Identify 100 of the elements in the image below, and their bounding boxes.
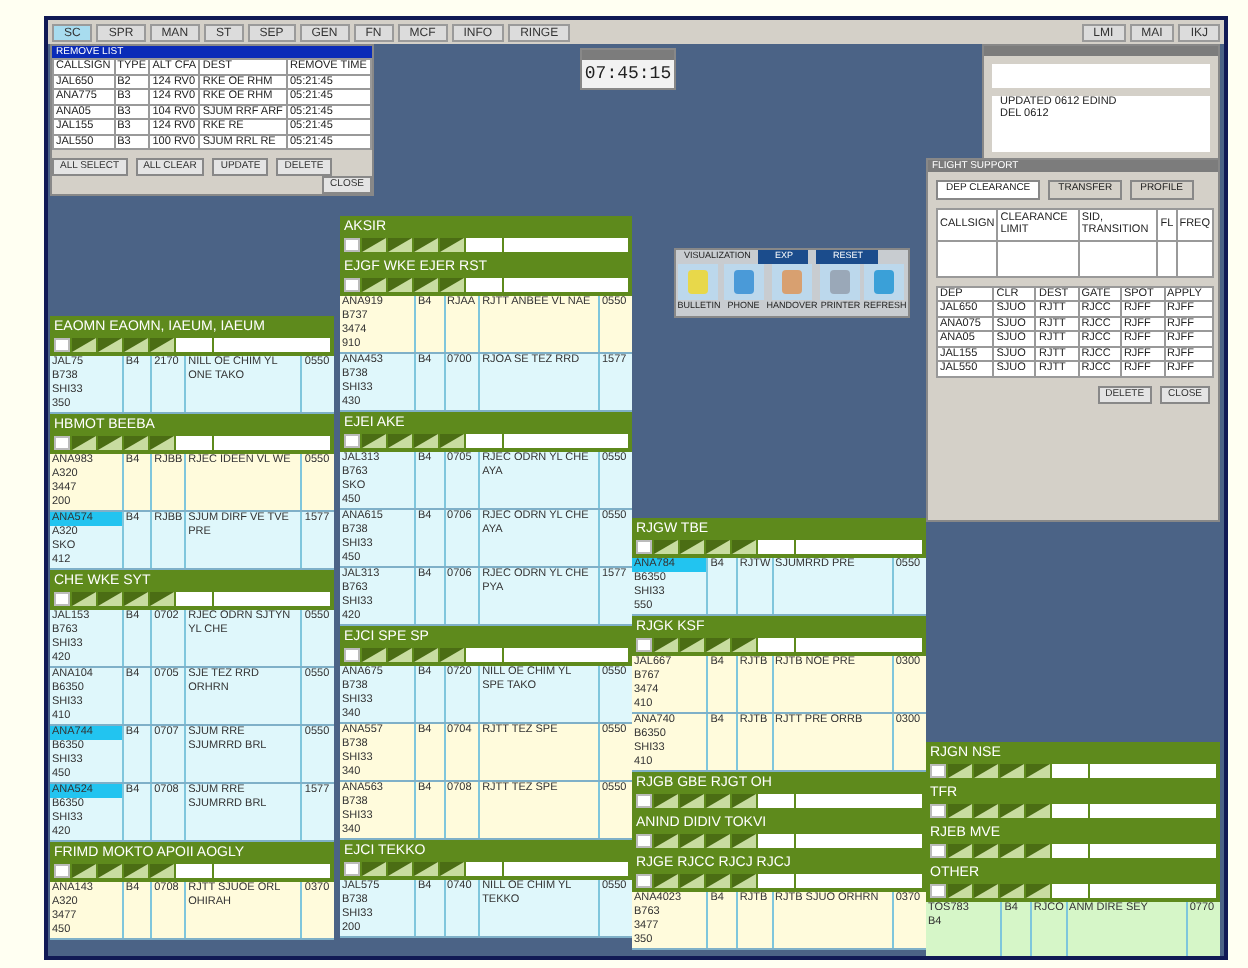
filter-box[interactable] — [344, 861, 360, 875]
sort-icon[interactable] — [124, 337, 148, 351]
sort-icon[interactable] — [72, 337, 96, 351]
sort-icon[interactable] — [98, 435, 122, 449]
sort-icon[interactable] — [706, 539, 730, 553]
sort-icon[interactable] — [362, 237, 386, 251]
sort-icon[interactable] — [414, 237, 438, 251]
filter-box[interactable] — [636, 793, 652, 807]
sort-icon[interactable] — [72, 435, 96, 449]
input-field[interactable] — [504, 433, 628, 447]
display-dropdown[interactable] — [176, 337, 212, 351]
sort-icon[interactable] — [948, 803, 972, 817]
input-field[interactable] — [214, 337, 330, 351]
sort-icon[interactable] — [98, 337, 122, 351]
filter-box[interactable] — [344, 433, 360, 447]
sort-icon[interactable] — [974, 763, 998, 777]
filter-box[interactable] — [930, 803, 946, 817]
input-field[interactable] — [1090, 843, 1216, 857]
sort-icon[interactable] — [388, 861, 412, 875]
sort-icon[interactable] — [440, 277, 464, 291]
sort-icon[interactable] — [654, 833, 678, 847]
input-field[interactable] — [796, 873, 922, 887]
display-dropdown[interactable] — [466, 277, 502, 291]
sort-icon[interactable] — [706, 873, 730, 887]
input-field[interactable] — [214, 435, 330, 449]
filter-box[interactable] — [930, 763, 946, 777]
display-dropdown[interactable] — [758, 873, 794, 887]
sort-icon[interactable] — [732, 833, 756, 847]
sort-icon[interactable] — [654, 539, 678, 553]
sort-icon[interactable] — [150, 591, 174, 605]
sort-icon[interactable] — [440, 647, 464, 661]
sort-icon[interactable] — [124, 591, 148, 605]
display-dropdown[interactable] — [1052, 843, 1088, 857]
input-field[interactable] — [796, 793, 922, 807]
display-dropdown[interactable] — [466, 861, 502, 875]
filter-box[interactable] — [636, 539, 652, 553]
sort-icon[interactable] — [654, 637, 678, 651]
sort-icon[interactable] — [72, 863, 96, 877]
sort-icon[interactable] — [150, 863, 174, 877]
input-field[interactable] — [796, 833, 922, 847]
sort-icon[interactable] — [440, 861, 464, 875]
sort-icon[interactable] — [680, 539, 704, 553]
input-field[interactable] — [796, 637, 922, 651]
tool-icon[interactable] — [820, 263, 861, 300]
sort-icon[interactable] — [414, 647, 438, 661]
filter-box[interactable] — [344, 647, 360, 661]
sort-icon[interactable] — [974, 843, 998, 857]
sort-icon[interactable] — [680, 637, 704, 651]
sort-icon[interactable] — [124, 863, 148, 877]
display-dropdown[interactable] — [176, 435, 212, 449]
sort-icon[interactable] — [732, 793, 756, 807]
filter-box[interactable] — [344, 277, 360, 291]
sort-icon[interactable] — [440, 433, 464, 447]
sort-icon[interactable] — [362, 277, 386, 291]
sort-icon[interactable] — [414, 277, 438, 291]
input-field[interactable] — [1090, 883, 1216, 897]
filter-box[interactable] — [930, 883, 946, 897]
sort-icon[interactable] — [732, 873, 756, 887]
display-dropdown[interactable] — [466, 647, 502, 661]
input-field[interactable] — [504, 277, 628, 291]
sort-icon[interactable] — [1000, 883, 1024, 897]
sort-icon[interactable] — [388, 647, 412, 661]
sort-icon[interactable] — [706, 833, 730, 847]
sort-icon[interactable] — [388, 277, 412, 291]
display-dropdown[interactable] — [466, 433, 502, 447]
sort-icon[interactable] — [72, 591, 96, 605]
sort-icon[interactable] — [948, 763, 972, 777]
filter-box[interactable] — [930, 843, 946, 857]
display-dropdown[interactable] — [176, 863, 212, 877]
display-dropdown[interactable] — [758, 539, 794, 553]
sort-icon[interactable] — [150, 337, 174, 351]
sort-icon[interactable] — [1000, 763, 1024, 777]
sort-icon[interactable] — [362, 647, 386, 661]
sort-icon[interactable] — [680, 873, 704, 887]
sort-icon[interactable] — [1000, 843, 1024, 857]
tool-icon[interactable] — [771, 263, 812, 300]
display-dropdown[interactable] — [176, 591, 212, 605]
sort-icon[interactable] — [362, 433, 386, 447]
sort-icon[interactable] — [388, 237, 412, 251]
sort-icon[interactable] — [732, 637, 756, 651]
input-field[interactable] — [504, 237, 628, 251]
sort-icon[interactable] — [1026, 883, 1050, 897]
filter-box[interactable] — [636, 873, 652, 887]
filter-box[interactable] — [54, 337, 70, 351]
sort-icon[interactable] — [974, 803, 998, 817]
sort-icon[interactable] — [732, 539, 756, 553]
sort-icon[interactable] — [1026, 843, 1050, 857]
sort-icon[interactable] — [654, 793, 678, 807]
display-dropdown[interactable] — [1052, 883, 1088, 897]
display-dropdown[interactable] — [1052, 803, 1088, 817]
display-dropdown[interactable] — [758, 637, 794, 651]
input-field[interactable] — [1090, 803, 1216, 817]
filter-box[interactable] — [636, 833, 652, 847]
input-field[interactable] — [796, 539, 922, 553]
sort-icon[interactable] — [706, 637, 730, 651]
sort-icon[interactable] — [150, 435, 174, 449]
filter-box[interactable] — [54, 863, 70, 877]
sort-icon[interactable] — [98, 863, 122, 877]
sort-icon[interactable] — [1000, 803, 1024, 817]
input-field[interactable] — [214, 591, 330, 605]
